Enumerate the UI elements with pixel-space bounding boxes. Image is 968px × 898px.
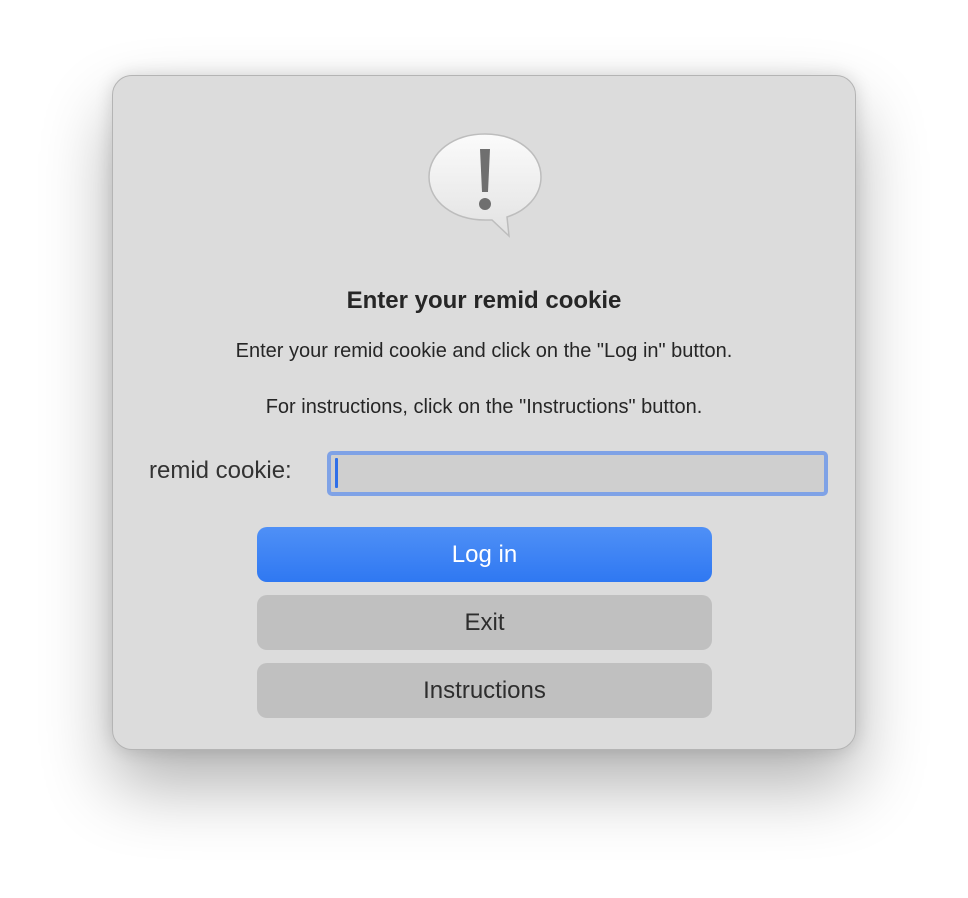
alert-dialog: Enter your remid cookie Enter your remid… [112,75,856,750]
alert-icon [428,133,542,238]
instructions-button[interactable]: Instructions [257,663,712,718]
exit-button[interactable]: Exit [257,595,712,650]
dialog-title: Enter your remid cookie [346,287,622,314]
log-in-button[interactable]: Log in [257,527,712,582]
dialog-message-line1: Enter your remid cookie and click on the… [235,340,733,362]
remid-cookie-input[interactable] [327,451,828,496]
remid-cookie-label: remid cookie: [149,457,292,484]
dialog-message-line2: For instructions, click on the "Instruct… [265,396,703,418]
text-cursor [335,458,338,488]
